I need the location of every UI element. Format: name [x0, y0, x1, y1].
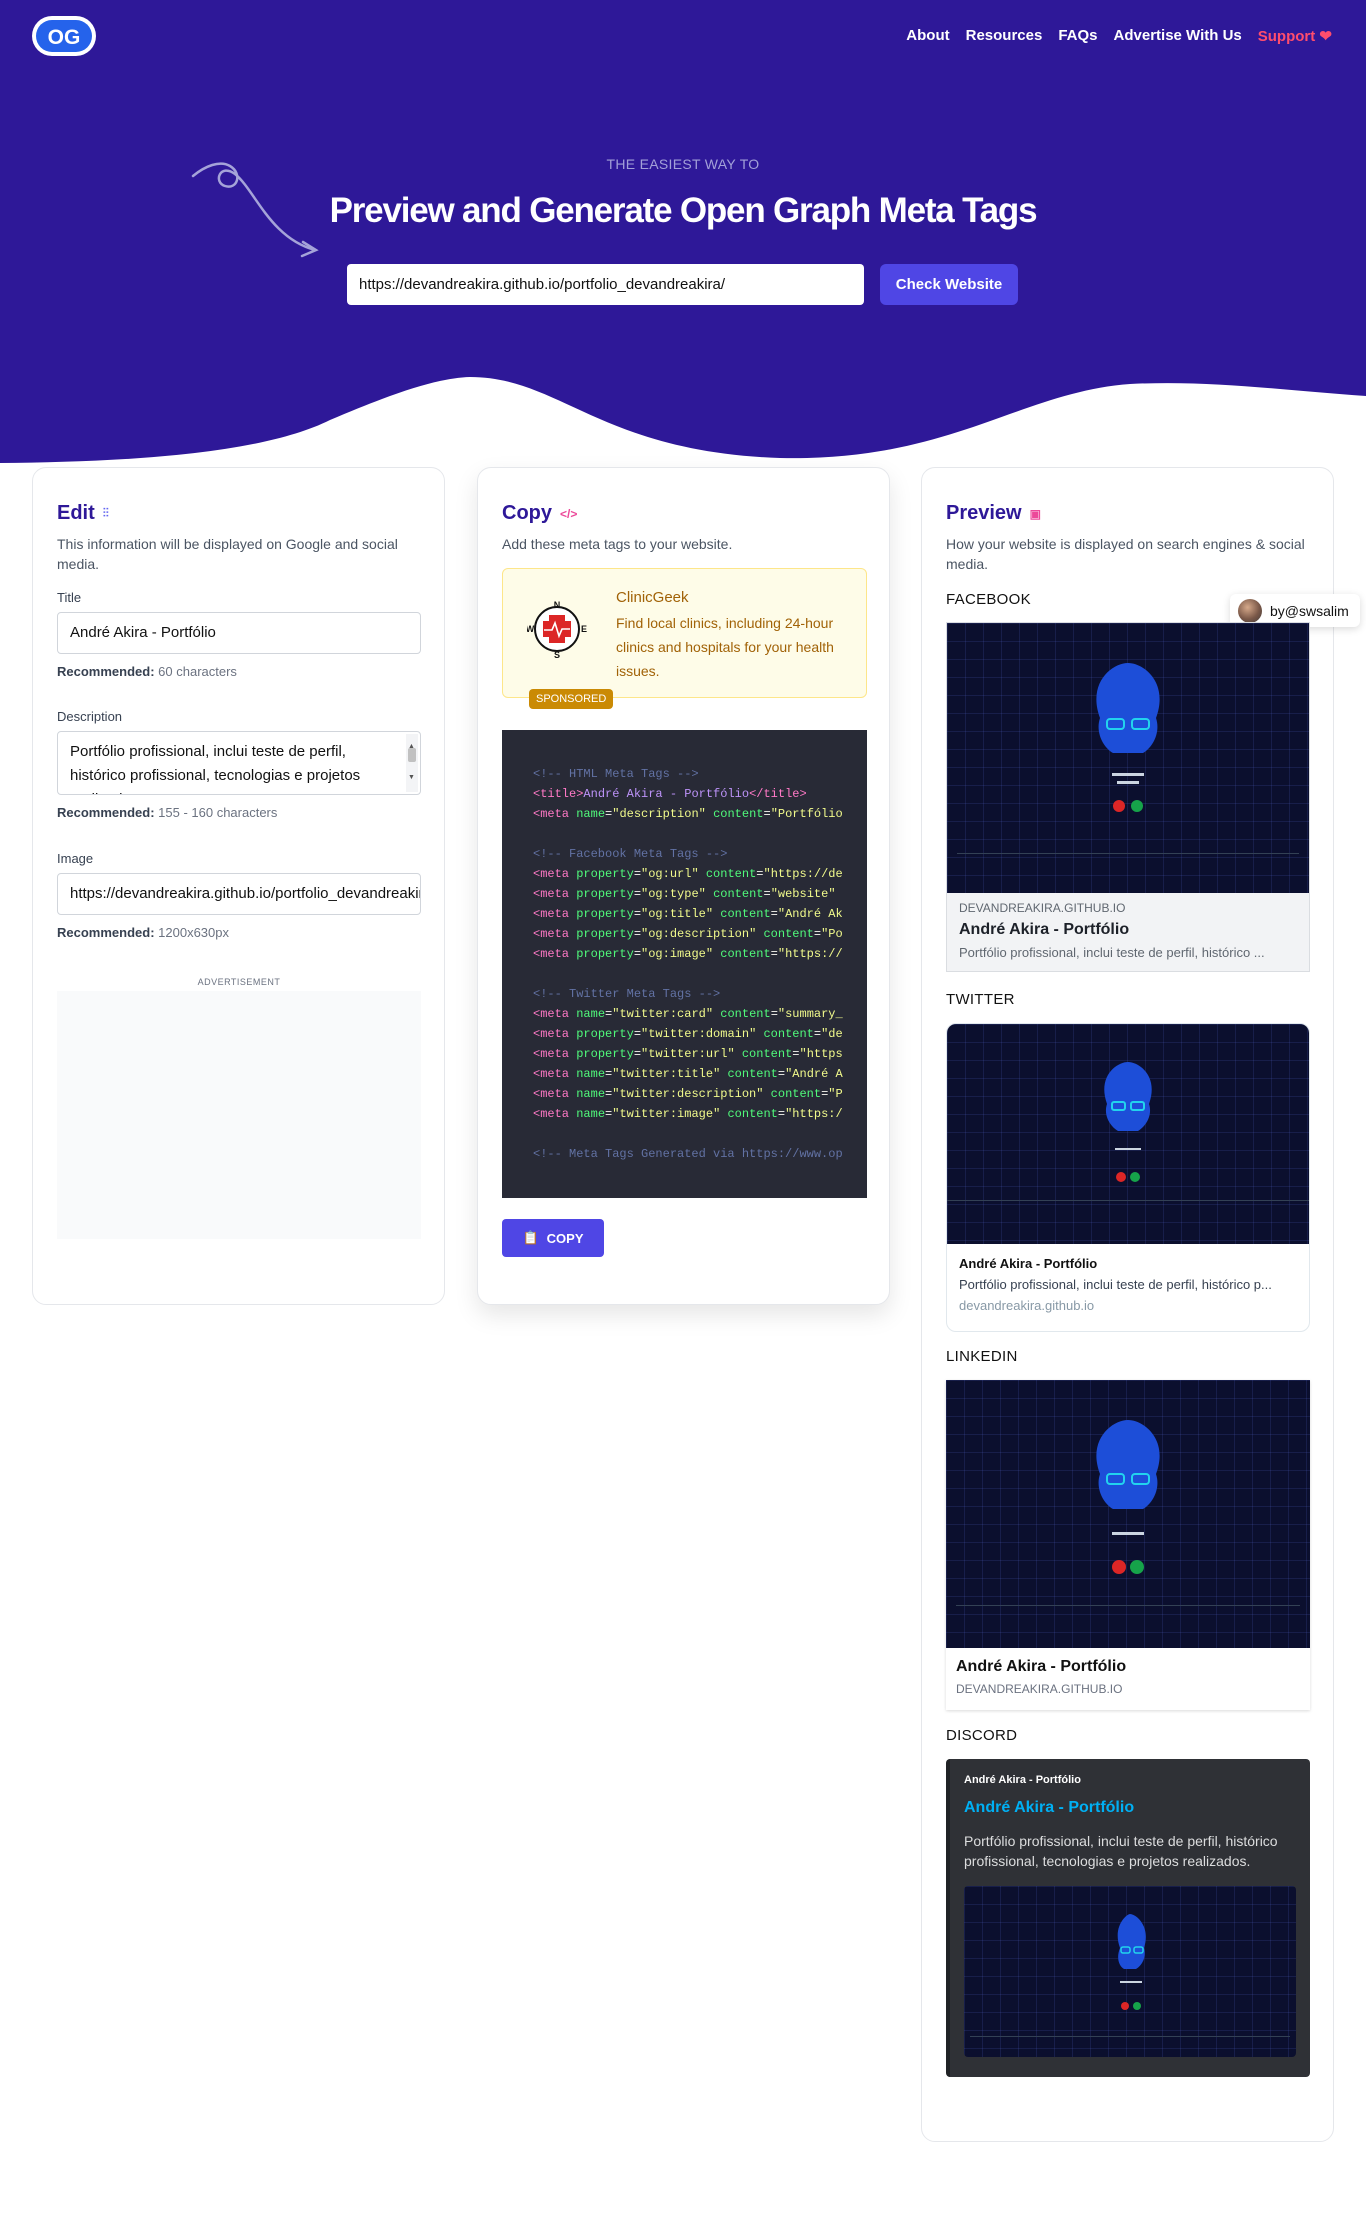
- svg-text:E: E: [581, 624, 587, 634]
- preview-title: Preview: [946, 502, 1022, 524]
- twitter-domain: devandreakira.github.io: [959, 1298, 1095, 1313]
- advertisement-label: ADVERTISEMENT: [197, 977, 281, 987]
- facebook-preview-image: [947, 623, 1309, 893]
- hero-eyebrow: THE EASIEST WAY TO: [606, 156, 760, 172]
- description-textarea[interactable]: Portfólio profissional, inclui teste de …: [57, 731, 421, 795]
- sponsor-name[interactable]: ClinicGeek: [616, 589, 689, 606]
- twitter-preview-image: [947, 1024, 1309, 1244]
- image-icon: ▣: [1029, 506, 1041, 521]
- copy-button-label: COPY: [546, 1230, 584, 1246]
- twitter-preview-meta: André Akira - Portfólio Portfólio profis…: [947, 1244, 1309, 1325]
- advertisement-slot[interactable]: [57, 991, 421, 1239]
- textarea-scrollbar[interactable]: ▲ ▼: [406, 734, 418, 792]
- edit-heading: Edit ⫶⫶: [57, 502, 109, 525]
- portrait-illustration: [956, 1420, 1300, 1606]
- linkedin-preview-image: [946, 1380, 1310, 1648]
- svg-text:W: W: [527, 624, 535, 634]
- heart-icon: ❤: [1319, 28, 1332, 45]
- discord-preview-image: [964, 1886, 1296, 2057]
- sponsored-badge: SPONSORED: [529, 689, 614, 709]
- clipboard-icon: 📋: [522, 1230, 539, 1245]
- image-label: Image: [57, 851, 94, 866]
- facebook-description: Portfólio profissional, inclui teste de …: [959, 945, 1265, 960]
- copy-title: Copy: [502, 502, 552, 524]
- copy-button[interactable]: 📋 COPY: [502, 1219, 604, 1257]
- preview-card: Preview ▣ How your website is displayed …: [921, 467, 1360, 2142]
- edit-card: Edit ⫶⫶ This information will be display…: [32, 467, 445, 1305]
- hero-title: Preview and Generate Open Graph Meta Tag…: [329, 191, 1038, 230]
- copy-card: Copy </> Add these meta tags to your web…: [477, 467, 890, 1305]
- nav-advertise[interactable]: Advertise With Us: [1114, 27, 1242, 45]
- hero-section: OG About Resources FAQs Advertise With U…: [0, 0, 1366, 470]
- linkedin-label: LINKEDIN: [946, 1348, 1018, 1365]
- check-website-button[interactable]: Check Website: [880, 264, 1018, 305]
- svg-text:N: N: [554, 600, 561, 610]
- title-label: Title: [57, 590, 82, 605]
- support-label: Support: [1257, 28, 1316, 45]
- facebook-title: André Akira - Portfólio: [959, 921, 1130, 938]
- preview-subtitle: How your website is displayed on search …: [946, 536, 1305, 572]
- url-input[interactable]: [347, 264, 864, 305]
- discord-description: Portfólio profissional, inclui teste de …: [964, 1833, 1278, 1869]
- nav-resources[interactable]: Resources: [966, 27, 1043, 45]
- svg-text:S: S: [554, 650, 560, 659]
- discord-preview[interactable]: André Akira - Portfólio André Akira - Po…: [946, 1759, 1310, 2077]
- top-nav: About Resources FAQs Advertise With Us S…: [906, 27, 1332, 45]
- facebook-label: FACEBOOK: [946, 591, 1031, 608]
- clinic-compass-logo: N S W E: [527, 600, 587, 659]
- og-logo[interactable]: OG: [31, 15, 97, 57]
- description-recommendation: Recommended: 155 - 160 characters: [57, 805, 278, 820]
- facebook-preview-meta: DEVANDREAKIRA.GITHUB.IO André Akira - Po…: [947, 893, 1309, 971]
- image-input[interactable]: https://devandreakira.github.io/portfoli…: [57, 873, 421, 915]
- twitter-label: TWITTER: [946, 991, 1015, 1008]
- twitter-preview[interactable]: André Akira - Portfólio Portfólio profis…: [946, 1023, 1310, 1332]
- title-recommendation: Recommended: 60 characters: [57, 664, 237, 679]
- copy-heading: Copy </>: [502, 502, 577, 525]
- description-label: Description: [57, 709, 123, 724]
- linkedin-preview[interactable]: André Akira - Portfólio DEVANDREAKIRA.GI…: [946, 1380, 1310, 1710]
- svg-text:OG: OG: [48, 26, 81, 49]
- meta-tags-code-block[interactable]: <!-- HTML Meta Tags --> <title>André Aki…: [502, 730, 867, 1198]
- edit-subtitle: This information will be displayed on Go…: [57, 536, 398, 572]
- portrait-illustration: [970, 1914, 1290, 2037]
- linkedin-preview-meta: André Akira - Portfólio DEVANDREAKIRA.GI…: [946, 1648, 1310, 1706]
- sponsor-text: Find local clinics, including 24-hour cl…: [616, 615, 834, 679]
- code-icon: </>: [560, 506, 578, 521]
- portrait-illustration: [957, 663, 1299, 854]
- sponsored-ad[interactable]: N S W E ClinicGeek Find local clinics, i…: [502, 568, 867, 709]
- nav-support[interactable]: Support ❤: [1258, 27, 1332, 45]
- edit-title: Edit: [57, 502, 95, 524]
- byline-text: by@swsalim: [1270, 602, 1349, 619]
- description-text: Portfólio profissional, inclui teste de …: [70, 743, 361, 794]
- discord-title[interactable]: André Akira - Portfólio: [964, 1799, 1134, 1817]
- linkedin-domain: DEVANDREAKIRA.GITHUB.IO: [956, 1682, 1123, 1696]
- nav-faqs[interactable]: FAQs: [1058, 27, 1097, 45]
- facebook-preview[interactable]: DEVANDREAKIRA.GITHUB.IO André Akira - Po…: [946, 622, 1310, 972]
- copy-subtitle: Add these meta tags to your website.: [502, 536, 733, 552]
- portrait-illustration: [947, 1062, 1309, 1201]
- discord-site-name: André Akira - Portfólio: [964, 1774, 1081, 1786]
- title-input[interactable]: André Akira - Portfólio: [57, 612, 421, 654]
- twitter-title: André Akira - Portfólio: [959, 1256, 1098, 1271]
- avatar: [1238, 598, 1262, 623]
- nav-about[interactable]: About: [906, 27, 949, 45]
- sliders-icon: ⫶⫶: [102, 506, 109, 520]
- preview-heading: Preview ▣: [946, 502, 1041, 525]
- facebook-domain: DEVANDREAKIRA.GITHUB.IO: [959, 901, 1126, 915]
- linkedin-title: André Akira - Portfólio: [956, 1658, 1127, 1675]
- twitter-description: Portfólio profissional, inclui teste de …: [959, 1277, 1272, 1292]
- image-recommendation: Recommended: 1200x630px: [57, 925, 229, 940]
- discord-label: DISCORD: [946, 1727, 1018, 1744]
